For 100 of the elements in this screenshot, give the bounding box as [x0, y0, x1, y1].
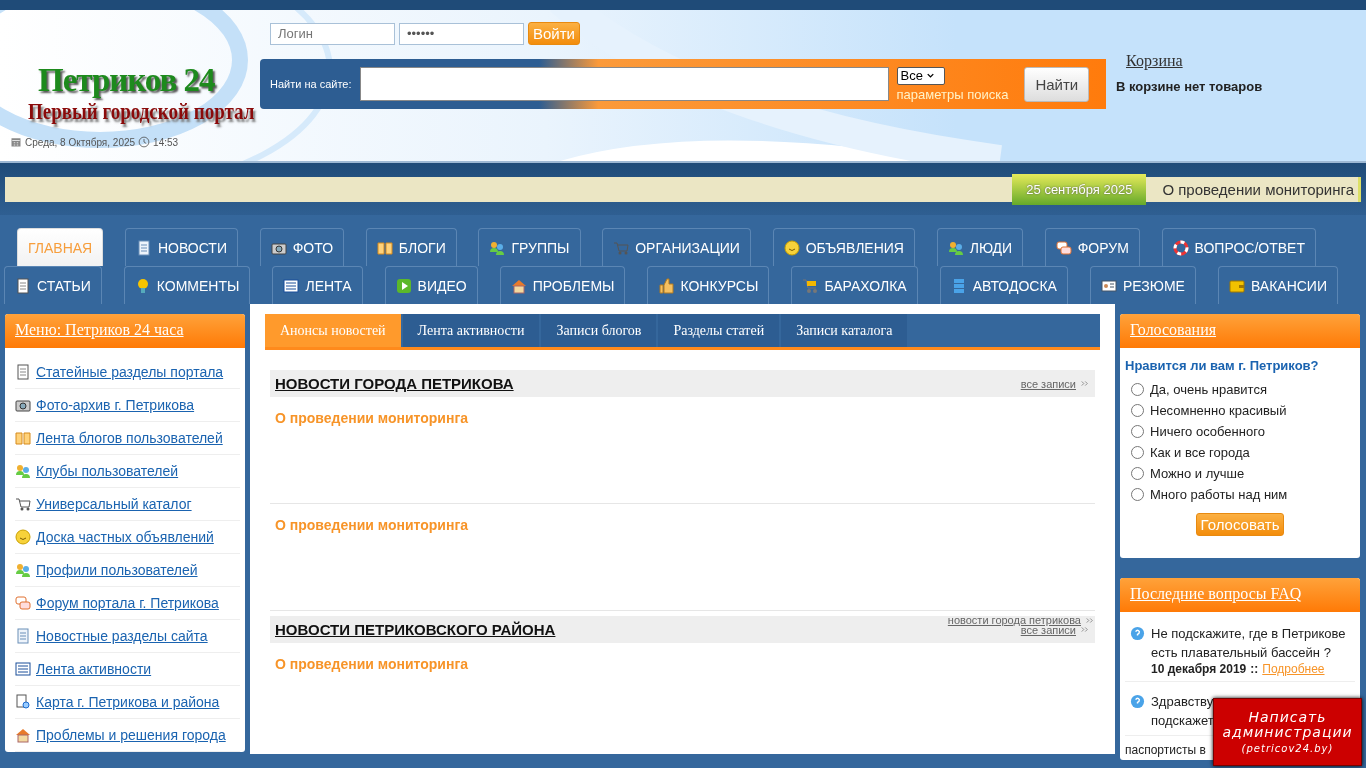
nav-tab[interactable]: ФОТО	[259, 228, 345, 266]
nav-tab[interactable]: СТАТЬИ	[4, 266, 102, 304]
nav-tab[interactable]: КОММЕНТЫ	[123, 266, 251, 304]
lifebuoy-icon	[1172, 239, 1189, 256]
book-icon	[15, 430, 31, 446]
nav-tab[interactable]: РЕЗЮМЕ	[1089, 266, 1196, 304]
radio-button[interactable]	[1131, 488, 1144, 501]
scroll-icon	[15, 364, 31, 380]
content-tab[interactable]: Разделы статей	[658, 314, 780, 347]
login-field[interactable]: Логин	[270, 22, 395, 45]
section-footer-link[interactable]: новости города петрикова	[947, 614, 1081, 626]
section-title[interactable]: НОВОСТИ ГОРОДА ПЕТРИКОВА	[275, 375, 514, 392]
cart-status: В корзине нет товаров	[1116, 79, 1263, 94]
menu-link[interactable]: Доска частных объявлений	[36, 529, 214, 545]
menu-link[interactable]: Новостные разделы сайта	[36, 628, 208, 644]
menu-link[interactable]: Лента активности	[36, 661, 152, 677]
wallet-icon	[1228, 277, 1245, 294]
menu-link[interactable]: Статейные разделы портала	[36, 364, 224, 380]
content-tab[interactable]: Записи каталога	[781, 314, 908, 347]
cart-link[interactable]: Корзина	[1126, 52, 1183, 70]
document-icon	[135, 239, 152, 256]
question-icon	[1130, 626, 1145, 641]
people-icon	[489, 239, 506, 256]
menu-link[interactable]: Лента блогов пользователей	[36, 430, 223, 446]
content-tab[interactable]: Записи блогов	[541, 314, 657, 347]
document-icon	[15, 628, 31, 644]
nav-tab[interactable]: ОБЪЯВЛЕНИЯ	[772, 228, 915, 266]
search-button[interactable]: Найти	[1024, 66, 1090, 102]
nav-tab[interactable]: ВИДЕО	[384, 266, 478, 304]
menu-link[interactable]: Клубы пользователей	[36, 463, 179, 479]
content-tab[interactable]: Лента активности	[402, 314, 540, 347]
thumbs-up-icon	[658, 277, 675, 294]
list-icon	[283, 277, 300, 294]
menu-link[interactable]: Форум портала г. Петрикова	[36, 595, 219, 611]
nav-tab[interactable]: ВАКАНСИИ	[1217, 266, 1338, 304]
faq-question: Здравству	[1151, 693, 1214, 711]
section-title[interactable]: НОВОСТИ ПЕТРИКОВСКОГО РАЙОНА	[275, 621, 556, 638]
nav-tab[interactable]: ВОПРОС/ОТВЕТ	[1161, 228, 1316, 266]
nav-tab[interactable]: ФОРУМ	[1044, 228, 1140, 266]
logo-subtitle: Первый городской портал	[28, 98, 255, 126]
question-icon	[1130, 694, 1145, 709]
book-icon	[376, 239, 393, 256]
house-icon	[15, 727, 31, 743]
nav-tab[interactable]: ЛЕНТА	[272, 266, 363, 304]
radio-button[interactable]	[1131, 383, 1144, 396]
all-entries-link[interactable]: все записи	[1020, 377, 1076, 390]
nav-tab[interactable]: КОНКУРСЫ	[647, 266, 770, 304]
nav-tab[interactable]: ГРУППЫ	[478, 228, 581, 266]
nav-tab[interactable]: ПРОБЛЕМЫ	[499, 266, 626, 304]
cart-icon	[613, 239, 630, 256]
option-label: Ничего особенного	[1150, 424, 1265, 439]
search-field[interactable]	[359, 67, 889, 101]
people-icon	[15, 463, 31, 479]
poll-question: Нравится ли вам г. Петриков?	[1125, 358, 1320, 373]
camera-icon	[15, 397, 31, 413]
option-label: Много работы над ним	[1150, 487, 1288, 502]
logo-title[interactable]: Петриков 24	[38, 60, 215, 100]
people-icon	[15, 562, 31, 578]
scope-dropdown[interactable]: Все	[896, 66, 945, 85]
nav-tab[interactable]: ОРГАНИЗАЦИИ	[602, 228, 751, 266]
nav-tab[interactable]: ЛЮДИ	[936, 228, 1023, 266]
radio-button[interactable]	[1131, 446, 1144, 459]
password-field[interactable]: ••••••	[399, 22, 524, 45]
clock-icon	[138, 136, 151, 148]
ticker-text[interactable]: О проведении мониторинга	[1146, 180, 1358, 198]
menu-link[interactable]: Профили пользователей	[36, 562, 198, 578]
faq-date: 10 декабря 2019	[1151, 662, 1247, 676]
double-arrow-icon	[1079, 624, 1090, 635]
chat-icon	[15, 595, 31, 611]
option-label: Как и все города	[1150, 445, 1250, 460]
option-label: Да, очень нравится	[1150, 382, 1267, 397]
smiley-icon	[15, 529, 31, 545]
menu-link[interactable]: Фото-архив г. Петрикова	[36, 397, 195, 413]
contact-admin-button[interactable]: Написать администрации (petricov24.by)	[1213, 698, 1362, 766]
menu-link[interactable]: Проблемы и решения города	[36, 727, 226, 743]
list-icon	[15, 661, 31, 677]
nav-tab[interactable]: БАРАХОЛКА	[791, 266, 918, 304]
double-arrow-icon	[1079, 378, 1090, 389]
nav-tab[interactable]: АВТОДОСКА	[939, 266, 1068, 304]
time-text: 14:53	[153, 136, 179, 148]
nav-tab[interactable]: БЛОГИ	[365, 228, 457, 266]
radio-button[interactable]	[1131, 467, 1144, 480]
play-icon	[395, 277, 412, 294]
menu-link[interactable]: Универсальный каталог	[36, 496, 192, 512]
option-label: Можно и лучше	[1150, 466, 1245, 481]
scroll-icon	[15, 277, 31, 294]
house-icon	[510, 277, 527, 294]
ticker-date: 25 сентября 2025	[1012, 173, 1147, 205]
date-text: Среда, 8 Октября, 2025	[25, 136, 136, 148]
menu-link[interactable]: Карта г. Петрикова и района	[36, 694, 220, 710]
nav-tab[interactable]: НОВОСТИ	[124, 228, 238, 266]
radio-button[interactable]	[1131, 425, 1144, 438]
trolley-icon	[802, 277, 819, 294]
search-label: Найти на сайте:	[270, 78, 352, 90]
faq-question: Не подскажите, где в Петрикове есть плавательный бассейн ?	[1151, 625, 1347, 662]
chat-icon	[1055, 239, 1072, 256]
people-icon	[947, 239, 964, 256]
radio-button[interactable]	[1131, 404, 1144, 417]
faq-question: паспортисты в	[1125, 743, 1206, 757]
smiley-icon	[783, 239, 800, 256]
